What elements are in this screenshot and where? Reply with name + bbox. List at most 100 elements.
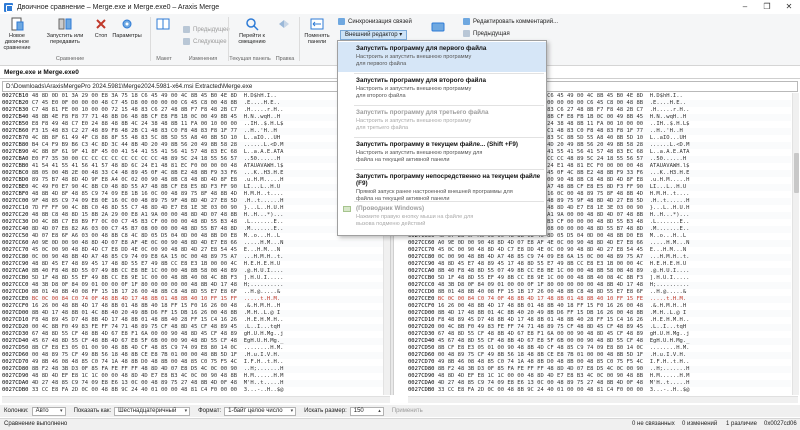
hex-ascii[interactable]: H.D$hH.I..: [244, 93, 277, 99]
hex-bytes[interactable]: 89 75 B7 48 8D 4D 9F E8 A4 0C 02 00 90 4…: [32, 177, 237, 183]
hex-row[interactable]: 0027CC20 48 8B C8 48 8D 15 8B 2A 29 00 E…: [2, 212, 383, 219]
hex-ascii[interactable]: .H.u.I.V.H.: [244, 352, 280, 358]
hex-row[interactable]: 0027CD40 45 67 48 8D 55 CF 48 8B 4D 67 E…: [408, 338, 791, 345]
hex-bytes[interactable]: 8B CF E8 E3 05 01 00 90 48 8B 4D CF 48 8…: [438, 345, 643, 351]
hex-row[interactable]: 0027CD90 48 8D 4D EF E8 1C 1C 00 00 48 8…: [2, 373, 383, 380]
hex-ascii[interactable]: .....t.H.M.: [650, 296, 686, 302]
hex-ascii[interactable]: L..a.A.E.ATA: [244, 149, 284, 155]
hex-ascii[interactable]: H.N..wqH..H: [244, 114, 280, 120]
hex-bytes[interactable]: 8B CF E8 E3 05 01 00 90 48 8B 4D CF 48 8…: [32, 345, 237, 351]
swap-panels-button[interactable]: Поменять панели: [302, 17, 332, 45]
hex-ascii[interactable]: H.M.H..t....: [244, 191, 284, 197]
hex-bytes[interactable]: 00 48 89 75 CF 49 8B 56 18 48 8B CE E8 7…: [32, 352, 237, 358]
hex-row[interactable]: 0027CD70 49 8B 46 08 48 85 C0 74 1A 48 8…: [408, 359, 791, 366]
hex-row[interactable]: 0027CCB0 5D 1F 48 8D 55 EF 49 8B CC E8 9…: [408, 275, 791, 282]
undo-redo-button[interactable]: [272, 17, 296, 33]
hex-bytes[interactable]: F8 48 89 45 D7 48 8B 4D 17 48 8B 01 48 8…: [32, 317, 237, 323]
hex-bytes[interactable]: 7D FF FF 90 4C 8B C0 48 8D 55 C7 48 8D 4…: [32, 205, 237, 211]
close-window-button[interactable]: ✕: [778, 0, 800, 14]
hex-row[interactable]: 0027CC70 45 0C 00 90 48 8D 4D C7 E8 DD 4…: [2, 247, 383, 254]
left-horizontal-scrollbar[interactable]: [2, 396, 390, 403]
hex-bytes[interactable]: 4C 8B 8F 61 49 4F C8 88 8F 55 48 83 5C 8…: [32, 135, 237, 141]
hex-row[interactable]: 0027CD60 00 48 89 75 CF 49 8B 56 18 48 8…: [408, 352, 791, 359]
hex-row[interactable]: 0027CD30 67 48 8D 55 CF 48 8B 4D 67 E8 F…: [408, 331, 791, 338]
hex-row[interactable]: 0027CC90 48 8D 45 E7 48 89 45 17 48 8D 5…: [2, 261, 383, 268]
hex-row[interactable]: 0027CCC0 48 3B D8 0F 84 09 01 00 00 0F 1…: [408, 282, 791, 289]
right-horizontal-scrollbar[interactable]: [408, 396, 798, 403]
hex-row[interactable]: 0027CB20 C7 45 E0 0F 00 00 00 48 C7 45 D…: [2, 100, 383, 107]
hex-bytes[interactable]: 67 48 8D 55 CF 48 8B 4D 67 E8 F1 6A 00 0…: [438, 331, 643, 337]
hex-ascii[interactable]: ].H.U.I.....: [244, 275, 284, 281]
hex-row[interactable]: 0027CBD0 89 75 B7 48 8D 4D 9F E8 A4 0C 0…: [2, 177, 383, 184]
hex-row[interactable]: 0027CCC0 48 3B D8 0F 84 09 01 00 00 0F 1…: [2, 282, 383, 289]
hex-bytes[interactable]: 8B F2 48 3B D3 0F 85 FA FE FF FF 48 8D 4…: [32, 366, 237, 372]
hex-ascii[interactable]: .H.E.H.M.H..: [650, 317, 690, 323]
hex-ascii[interactable]: .M.......E..: [650, 226, 690, 232]
hex-bytes[interactable]: 00 48 89 75 CF 49 8B 56 18 48 8B CE E8 7…: [438, 352, 643, 358]
hex-bytes[interactable]: C7 48 81 FE 00 10 00 00 72 15 48 83 C6 2…: [32, 107, 237, 113]
hex-row[interactable]: 0027CCF0 16 26 00 48 8B 4D 17 48 8B 01 4…: [2, 303, 383, 310]
hex-row[interactable]: 0027CD20 00 4C 8B F0 49 83 FE FF 74 71 4…: [2, 324, 383, 331]
hex-bytes[interactable]: 48 3B D8 0F 84 09 01 00 00 0F 1F 80 00 0…: [438, 282, 643, 288]
hex-bytes[interactable]: E8 F8 49 48 C7 E0 24 88 48 8B 4C 24 38 4…: [32, 121, 237, 127]
hex-row[interactable]: 0027CCA0 8B 40 F8 48 8D 55 07 49 8B CC E…: [408, 268, 791, 275]
hex-row[interactable]: 0027CCA0 8B 40 F8 48 8D 55 07 49 8B CC E…: [2, 268, 383, 275]
hex-row[interactable]: 0027CD10 F8 48 89 45 D7 48 8B 4D 17 48 8…: [2, 317, 383, 324]
hex-ascii[interactable]: .E....H.E..: [650, 100, 686, 106]
hex-row[interactable]: 0027CD80 8B F2 48 3B D3 0F 85 FA FE FF F…: [2, 366, 383, 373]
hex-row[interactable]: 0027CB60 F3 15 48 83 C2 27 48 89 F8 48 2…: [2, 128, 383, 135]
hex-bytes[interactable]: 16 26 00 48 8B 4D 17 48 8B 01 48 8B 40 1…: [438, 303, 643, 309]
hex-bytes[interactable]: 8D 4D 07 E8 82 A6 03 00 C7 45 B7 08 00 0…: [32, 226, 237, 232]
hex-row[interactable]: 0027CB50 E8 F8 49 48 C7 E0 24 88 48 8B 4…: [2, 121, 383, 128]
hex-ascii[interactable]: gH.U.H.Mg..j: [244, 331, 284, 337]
hex-ascii[interactable]: H..H...*)...: [244, 212, 284, 218]
hex-ascii[interactable]: .M.H..L.@ I: [244, 310, 280, 316]
hex-bytes[interactable]: 48 8D 45 E7 48 89 45 17 48 8D 55 E7 49 8…: [32, 261, 237, 267]
hex-bytes[interactable]: 33 CC E8 FA 2D 0C 00 48 8B 9C 24 40 01 0…: [438, 387, 643, 393]
hex-bytes[interactable]: B4 C4 F9 B9 B6 C3 4C 8D 3C 44 8B 4D 20 4…: [32, 142, 237, 148]
hex-bytes[interactable]: 5D 1F 48 8D 55 EF 49 8B CC E8 9E 1C 00 0…: [32, 275, 237, 281]
hex-bytes[interactable]: 45 0C 00 90 48 8D 4D C7 E8 DD 4E 0C 00 9…: [438, 247, 643, 253]
hex-ascii[interactable]: LI...L..H.U: [244, 184, 280, 190]
hex-row[interactable]: 0027CD10 F8 48 89 45 D7 48 8B 4D 17 48 8…: [408, 317, 791, 324]
hex-ascii[interactable]: .L..I...tqH: [244, 324, 280, 330]
hex-row[interactable]: 0027CB80 B4 C4 F9 B9 B6 C3 4C 8D 3C 44 8…: [2, 142, 383, 149]
hex-bytes[interactable]: F8 48 89 45 D7 48 8B 4D 17 48 8B 01 48 8…: [438, 317, 643, 323]
hex-ascii[interactable]: ATAUAVAWH.l$: [244, 163, 284, 169]
hex-row[interactable]: 0027CD50 8B CF E8 E3 05 01 00 90 48 8B 4…: [408, 345, 791, 352]
hex-bytes[interactable]: 49 8B 46 08 48 85 C0 74 1A 48 8B D0 48 8…: [32, 359, 237, 365]
hex-bytes[interactable]: 5D 1F 48 8D 55 EF 49 8B CC E8 9E 1C 00 0…: [438, 275, 643, 281]
hex-row[interactable]: 0027CD20 00 4C 8B F0 49 83 FE FF 74 71 4…: [408, 324, 791, 331]
launch-transfer-button[interactable]: Запустить или передавить: [46, 17, 84, 45]
stop-button[interactable]: Стоп: [92, 17, 110, 39]
hex-row[interactable]: 0027CDA0 4D 27 48 85 C9 74 09 E8 E6 13 0…: [408, 380, 791, 387]
hex-bytes[interactable]: 49 8B 46 08 48 85 C0 74 1A 48 8B D0 48 8…: [438, 359, 643, 365]
hex-bytes[interactable]: 48 8D 4D EF E8 1C 1C 00 00 48 8D 4D E7 E…: [32, 373, 237, 379]
hex-ascii[interactable]: .u.H.M.....H: [650, 177, 690, 183]
hex-bytes[interactable]: 4D 27 48 85 C9 74 09 E8 E6 13 0C 00 48 8…: [438, 380, 643, 386]
previous-change-button[interactable]: Предыдущее: [183, 26, 230, 33]
next-change-button[interactable]: Следующее: [183, 38, 227, 45]
hex-row[interactable]: 0027CB10 48 8D 0D 01 3A 29 00 E8 3A 75 1…: [2, 93, 383, 100]
hex-row[interactable]: 0027CC50 4D 07 E8 6F A6 03 00 48 8B C8 4…: [2, 233, 383, 240]
hex-bytes[interactable]: 16 26 00 48 8B 4D 17 48 8B 01 48 8B 40 1…: [32, 303, 237, 309]
hex-row[interactable]: 0027CCD0 8B 01 48 8B 40 08 FF 15 1B 17 2…: [408, 289, 791, 296]
hex-ascii[interactable]: .&.H.M.H..H: [650, 303, 686, 309]
hex-bytes[interactable]: 8B 01 48 8B 40 08 FF 15 1B 17 26 00 48 8…: [438, 289, 643, 295]
hex-row[interactable]: 0027CBA0 E0 F7 35 30 00 CC CC CC CC CC C…: [2, 156, 383, 163]
hex-ascii[interactable]: .@.H.U.I....: [244, 268, 284, 274]
hex-row[interactable]: 0027CC80 0C 00 90 48 8B 4D A7 48 85 C9 7…: [408, 254, 791, 261]
hex-ascii[interactable]: H.M......H.M: [650, 373, 690, 379]
search-size-input[interactable]: 150 ▴: [349, 406, 384, 416]
hex-ascii[interactable]: .L..I...tqH: [650, 324, 686, 330]
hex-ascii[interactable]: .....H.M...N: [650, 240, 690, 246]
hex-ascii[interactable]: .H.E.H.M.H..: [244, 317, 284, 323]
hex-bytes[interactable]: 8B 05 00 4B 2E 00 48 33 C4 48 89 45 0F 4…: [32, 170, 237, 176]
hex-ascii[interactable]: H.D$hH.I..: [650, 93, 683, 99]
hex-ascii[interactable]: ...K..H3.H.E: [244, 170, 284, 176]
hex-ascii[interactable]: .M.H..L.@ I: [650, 310, 686, 316]
hex-bytes[interactable]: 0C 00 90 48 8B 4D A7 48 85 C9 74 09 E8 6…: [32, 254, 237, 260]
hex-bytes[interactable]: BC 0C 00 84 C0 74 0F 48 8B 4D 17 48 8B 0…: [438, 296, 643, 302]
hex-ascii[interactable]: }...L..H.U.H: [244, 205, 284, 211]
hex-row[interactable]: 0027CCB0 5D 1F 48 8D 55 EF 49 8B CC E8 9…: [2, 275, 383, 282]
